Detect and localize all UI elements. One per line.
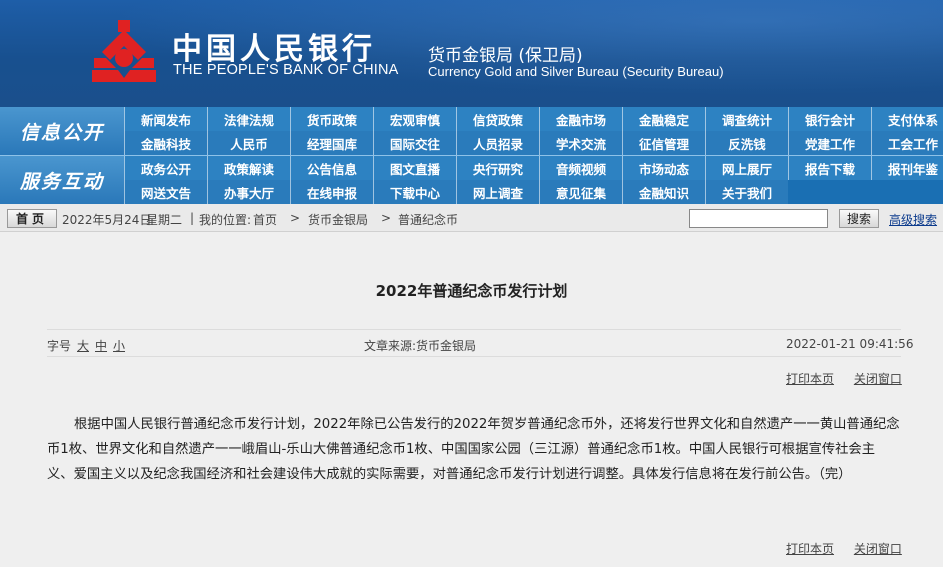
separator: >	[290, 211, 301, 225]
article-actions-bottom: 打印本页 关闭窗口	[770, 540, 902, 557]
home-button[interactable]: 首页	[7, 209, 57, 228]
current-date: 2022年5月24日	[62, 213, 152, 227]
nav-row-service: 服务互动 政务公开 政策解读 公告信息 图文直播 央行研究 音频视频 市场动态 网上展厅 报告下…	[0, 156, 943, 204]
nav-item[interactable]: 网上展厅	[705, 156, 788, 180]
font-small-link[interactable]: 小	[113, 339, 125, 353]
article-meta-bar: 字号 大 中 小 文章来源:货币金银局 2022-01-21 09:41:56	[47, 329, 913, 357]
nav-item[interactable]: 政策解读	[207, 156, 290, 180]
nav-item[interactable]: 人民币	[207, 131, 290, 155]
breadcrumb-home[interactable]: 首页	[253, 211, 277, 228]
nav-item[interactable]: 支付体系	[871, 107, 943, 131]
article-datetime: 2022-01-21 09:41:56	[786, 337, 914, 351]
print-page-link[interactable]: 打印本页	[786, 542, 834, 556]
article-actions-top: 打印本页 关闭窗口	[770, 370, 902, 387]
nav-section-service-interaction[interactable]: 服务互动	[0, 156, 124, 204]
nav-grid-info: 新闻发布 法律法规 货币政策 宏观审慎 信贷政策 金融市场 金融稳定 调查统计 银行会计 支付体系…	[124, 107, 943, 155]
separator: >	[381, 211, 392, 225]
advanced-search-link[interactable]: 高级搜索	[889, 211, 937, 228]
print-page-link[interactable]: 打印本页	[786, 372, 834, 386]
nav-item[interactable]: 音频视频	[539, 156, 622, 180]
breadcrumb-bureau[interactable]: 货币金银局	[308, 211, 368, 228]
nav-item[interactable]: 网送文告	[124, 180, 207, 204]
nav-item[interactable]: 报告下载	[788, 156, 871, 180]
nav-item[interactable]: 办事大厅	[207, 180, 290, 204]
nav-item[interactable]: 金融市场	[539, 107, 622, 131]
nav-item[interactable]: 关于我们	[705, 180, 788, 204]
nav-item[interactable]: 宏观审慎	[373, 107, 456, 131]
nav-item[interactable]: 报刊年鉴	[871, 156, 943, 180]
nav-item[interactable]: 经理国库	[290, 131, 373, 155]
nav-section-info-disclosure[interactable]: 信息公开	[0, 107, 124, 155]
article-title: 2022年普通纪念币发行计划	[375, 282, 568, 300]
nav-item[interactable]: 金融稳定	[622, 107, 705, 131]
nav-item[interactable]: 金融科技	[124, 131, 207, 155]
nav-item[interactable]: 市场动态	[622, 156, 705, 180]
nav-item[interactable]: 下载中心	[373, 180, 456, 204]
article-source: 文章来源:货币金银局	[364, 339, 477, 353]
bank-name-en: THE PEOPLE'S BANK OF CHINA	[173, 62, 399, 78]
location-label: 我的位置:	[199, 213, 252, 227]
pboc-logo-icon[interactable]	[88, 18, 160, 86]
nav-item[interactable]: 货币政策	[290, 107, 373, 131]
nav-row-info: 信息公开 新闻发布 法律法规 货币政策 宏观审慎 信贷政策 金融市场 金融稳定 调查统计 银行会…	[0, 107, 943, 155]
nav-item[interactable]: 信贷政策	[456, 107, 539, 131]
breadcrumb-bar: 首页 2022年5月24日 星期二 | 我的位置: 首页 > 货币金银局 > 普…	[0, 204, 943, 232]
font-medium-link[interactable]: 中	[95, 339, 107, 353]
nav-item[interactable]: 工会工作	[871, 131, 943, 155]
nav-item[interactable]: 公告信息	[290, 156, 373, 180]
bureau-name-cn: 货币金银局 (保卫局)	[428, 46, 583, 66]
nav-grid-service: 政务公开 政策解读 公告信息 图文直播 央行研究 音频视频 市场动态 网上展厅 报告下载 报刊年鉴…	[124, 156, 943, 204]
search-input[interactable]	[689, 209, 828, 228]
current-weekday: 星期二	[146, 213, 183, 227]
site-header: 中国人民银行 THE PEOPLE'S BANK OF CHINA 货币金银局 …	[0, 0, 943, 107]
close-window-link[interactable]: 关闭窗口	[854, 372, 902, 386]
nav-item[interactable]: 法律法规	[207, 107, 290, 131]
font-size-label: 字号	[47, 339, 72, 353]
breadcrumb-current[interactable]: 普通纪念币	[398, 211, 458, 228]
separator: |	[190, 211, 195, 225]
nav-item[interactable]: 人员招录	[456, 131, 539, 155]
nav-item[interactable]: 调查统计	[705, 107, 788, 131]
font-large-link[interactable]: 大	[77, 339, 89, 353]
nav-item[interactable]: 在线申报	[290, 180, 373, 204]
bureau-name-en: Currency Gold and Silver Bureau (Securit…	[428, 64, 724, 79]
main-navigation: 信息公开 新闻发布 法律法规 货币政策 宏观审慎 信贷政策 金融市场 金融稳定 调查统计 银行会…	[0, 107, 943, 204]
nav-item[interactable]: 意见征集	[539, 180, 622, 204]
nav-item[interactable]: 征信管理	[622, 131, 705, 155]
nav-item[interactable]: 党建工作	[788, 131, 871, 155]
nav-item[interactable]: 央行研究	[456, 156, 539, 180]
nav-item[interactable]: 银行会计	[788, 107, 871, 131]
nav-item[interactable]: 学术交流	[539, 131, 622, 155]
nav-item[interactable]: 金融知识	[622, 180, 705, 204]
close-window-link[interactable]: 关闭窗口	[854, 542, 902, 556]
nav-item[interactable]: 国际交往	[373, 131, 456, 155]
nav-item[interactable]: 图文直播	[373, 156, 456, 180]
nav-item[interactable]: 政务公开	[124, 156, 207, 180]
search-button[interactable]: 搜索	[839, 209, 879, 228]
nav-item[interactable]: 新闻发布	[124, 107, 207, 131]
article-body: 根据中国人民银行普通纪念币发行计划，2022年除已公告发行的2022年贺岁普通纪…	[47, 417, 900, 482]
nav-item[interactable]: 反洗钱	[705, 131, 788, 155]
nav-item[interactable]: 网上调查	[456, 180, 539, 204]
